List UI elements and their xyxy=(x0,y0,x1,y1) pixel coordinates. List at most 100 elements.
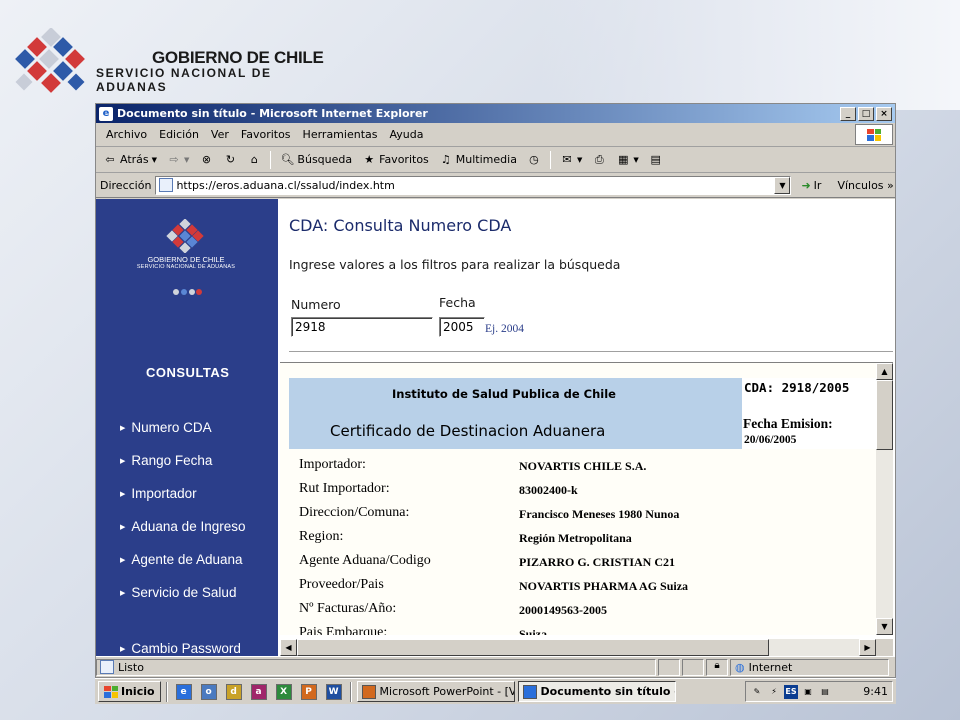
sidebar-item-label: Agente de Aduana xyxy=(131,552,243,567)
triangle-right-icon: ▶ xyxy=(120,490,126,498)
media-button[interactable]: ♫ Multimedia xyxy=(436,151,520,169)
close-button[interactable]: × xyxy=(876,106,892,121)
ie-quicklaunch-icon[interactable]: e xyxy=(175,683,192,700)
sidebar-item-agente-aduana[interactable]: ▶ Agente de Aduana xyxy=(120,543,245,576)
vertical-scrollbar[interactable]: ▲ ▼ xyxy=(876,363,893,635)
task-powerpoint[interactable]: Microsoft PowerPoint - [V... xyxy=(356,681,515,702)
dropdown-arrow-icon: ▼ xyxy=(184,155,190,164)
sidebar-item-label: Aduana de Ingreso xyxy=(131,519,246,534)
field-value: NOVARTIS PHARMA AG Suiza xyxy=(519,579,689,593)
vertical-scroll-thumb[interactable] xyxy=(876,380,893,450)
favorites-button[interactable]: ★ Favoritos xyxy=(359,151,432,169)
sidebar-item-cambio-password[interactable]: ▶ Cambio Password xyxy=(120,632,245,656)
start-button[interactable]: Inicio xyxy=(98,681,161,702)
menu-archivo[interactable]: Archivo xyxy=(100,126,153,143)
tray-pen-icon[interactable]: ✎ xyxy=(750,685,764,699)
tray-monitor-icon[interactable]: ▣ xyxy=(801,685,815,699)
scroll-up-button[interactable]: ▲ xyxy=(876,363,893,380)
field-label: Nº Facturas/Año: xyxy=(299,601,397,616)
outlook-quicklaunch-icon[interactable]: o xyxy=(200,683,217,700)
menu-ayuda[interactable]: Ayuda xyxy=(383,126,429,143)
forward-arrow-icon: ⇨ xyxy=(169,152,179,166)
certificate-institute: Instituto de Salud Publica de Chile xyxy=(392,387,616,401)
certificate-fields: Importador: NOVARTIS CHILE S.A. Rut Impor… xyxy=(299,455,839,635)
sidebar-item-label: Servicio de Salud xyxy=(131,585,237,600)
search-button[interactable]: 🔍︎ Búsqueda xyxy=(277,151,355,169)
back-button[interactable]: ⇦ Atrás ▼ xyxy=(100,151,160,169)
refresh-button[interactable]: ↻ xyxy=(220,151,240,169)
chevron-right-icon: » xyxy=(887,178,894,192)
sidebar-item-servicio-salud[interactable]: ▶ Servicio de Salud xyxy=(120,576,245,609)
tray-connection-icon[interactable]: ▤ xyxy=(818,685,832,699)
menu-ver[interactable]: Ver xyxy=(205,126,235,143)
home-button[interactable]: ⌂ xyxy=(244,151,264,169)
numero-input[interactable]: 2918 xyxy=(291,317,433,337)
discuss-button[interactable]: ▤ xyxy=(646,151,666,169)
task-label: Microsoft PowerPoint - [V... xyxy=(379,685,515,698)
status-bar: Listo 🔒︎ ◍ Internet xyxy=(96,656,895,677)
address-dropdown-button[interactable]: ▼ xyxy=(774,176,791,194)
field-row: Proveedor/Pais NOVARTIS PHARMA AG Suiza xyxy=(299,575,839,599)
globe-icon: ◍ xyxy=(735,660,745,674)
search-label: Búsqueda xyxy=(297,153,353,166)
history-button[interactable]: ◷ xyxy=(524,151,544,169)
title-bar[interactable]: e Documento sin título - Microsoft Inter… xyxy=(96,104,895,123)
go-button[interactable]: ➜ Ir xyxy=(795,179,827,192)
word-quicklaunch-icon[interactable]: W xyxy=(325,683,342,700)
fecha-input[interactable]: 2005 xyxy=(439,317,485,337)
tray-network-icon[interactable]: ⚡ xyxy=(767,685,781,699)
scrollbar-corner xyxy=(876,639,893,656)
mail-button[interactable]: ✉ ▼ xyxy=(557,151,585,169)
minimize-button[interactable]: _ xyxy=(840,106,856,121)
sidebar-nav: ▶ Numero CDA ▶ Rango Fecha ▶ Importador ▶ Ad… xyxy=(120,411,245,656)
sidebar: GOBIERNO DE CHILE SERVICIO NACIONAL DE A… xyxy=(96,199,278,656)
maximize-button[interactable]: □ xyxy=(858,106,874,121)
powerpoint-icon xyxy=(361,684,376,699)
triangle-right-icon: ▶ xyxy=(120,556,126,564)
divider xyxy=(289,351,893,353)
address-input[interactable]: https://eros.aduana.cl/ssalud/index.htm … xyxy=(155,175,792,195)
triangle-right-icon: ▶ xyxy=(120,424,126,432)
sidebar-item-numero-cda[interactable]: ▶ Numero CDA xyxy=(120,411,245,444)
print-button[interactable]: ⎙ xyxy=(589,151,609,169)
sidebar-item-aduana-ingreso[interactable]: ▶ Aduana de Ingreso xyxy=(120,510,245,543)
sidebar-logo-title: GOBIERNO DE CHILE xyxy=(147,255,225,264)
sidebar-item-importador[interactable]: ▶ Importador xyxy=(120,477,245,510)
field-label: Direccion/Comuna: xyxy=(299,505,410,520)
security-zone: ◍ Internet xyxy=(730,658,889,676)
sidebar-item-rango-fecha[interactable]: ▶ Rango Fecha xyxy=(120,444,245,477)
gobierno-title: GOBIERNO DE CHILE xyxy=(152,48,324,67)
horizontal-scroll-thumb[interactable] xyxy=(297,639,769,656)
language-indicator[interactable]: ES xyxy=(784,684,798,699)
edit-button[interactable]: ▦ ▼ xyxy=(613,151,641,169)
scroll-down-button[interactable]: ▼ xyxy=(876,618,893,635)
triangle-right-icon: ▶ xyxy=(120,645,126,653)
task-internet-explorer[interactable]: Documento sin título -... xyxy=(517,681,676,702)
certificate-document: Instituto de Salud Publica de Chile Cert… xyxy=(280,363,876,635)
forward-button[interactable]: ⇨ ▼ xyxy=(164,151,192,169)
menu-herramientas[interactable]: Herramientas xyxy=(297,126,384,143)
desktop-quicklaunch-icon[interactable]: d xyxy=(225,683,242,700)
go-label: Ir xyxy=(813,178,822,192)
powerpoint-quicklaunch-icon[interactable]: P xyxy=(300,683,317,700)
excel-quicklaunch-icon[interactable]: X xyxy=(275,683,292,700)
scroll-right-button[interactable]: ▶ xyxy=(859,639,876,656)
field-value: 83002400-k xyxy=(519,483,578,497)
menu-favoritos[interactable]: Favoritos xyxy=(235,126,297,143)
field-row: Region: Región Metropolitana xyxy=(299,527,839,551)
page-done-icon xyxy=(100,660,114,674)
fecha-emision-value: 20/06/2005 xyxy=(744,434,797,446)
scroll-left-button[interactable]: ◀ xyxy=(280,639,297,656)
go-arrow-icon: ➜ xyxy=(801,178,811,192)
window-title: Documento sin título - Microsoft Interne… xyxy=(117,107,428,120)
access-quicklaunch-icon[interactable]: a xyxy=(250,683,267,700)
horizontal-scrollbar[interactable]: ◀ ▶ xyxy=(280,639,876,656)
menu-edicion[interactable]: Edición xyxy=(153,126,205,143)
stop-button[interactable]: ⊗ xyxy=(196,151,216,169)
discuss-icon: ▤ xyxy=(650,152,661,166)
mail-icon: ✉ xyxy=(562,152,572,166)
result-frame: Instituto de Salud Publica de Chile Cert… xyxy=(280,362,893,656)
numero-label: Numero xyxy=(291,297,341,312)
task-label: Documento sin título -... xyxy=(540,685,675,698)
links-button[interactable]: Vínculos » xyxy=(837,179,893,192)
